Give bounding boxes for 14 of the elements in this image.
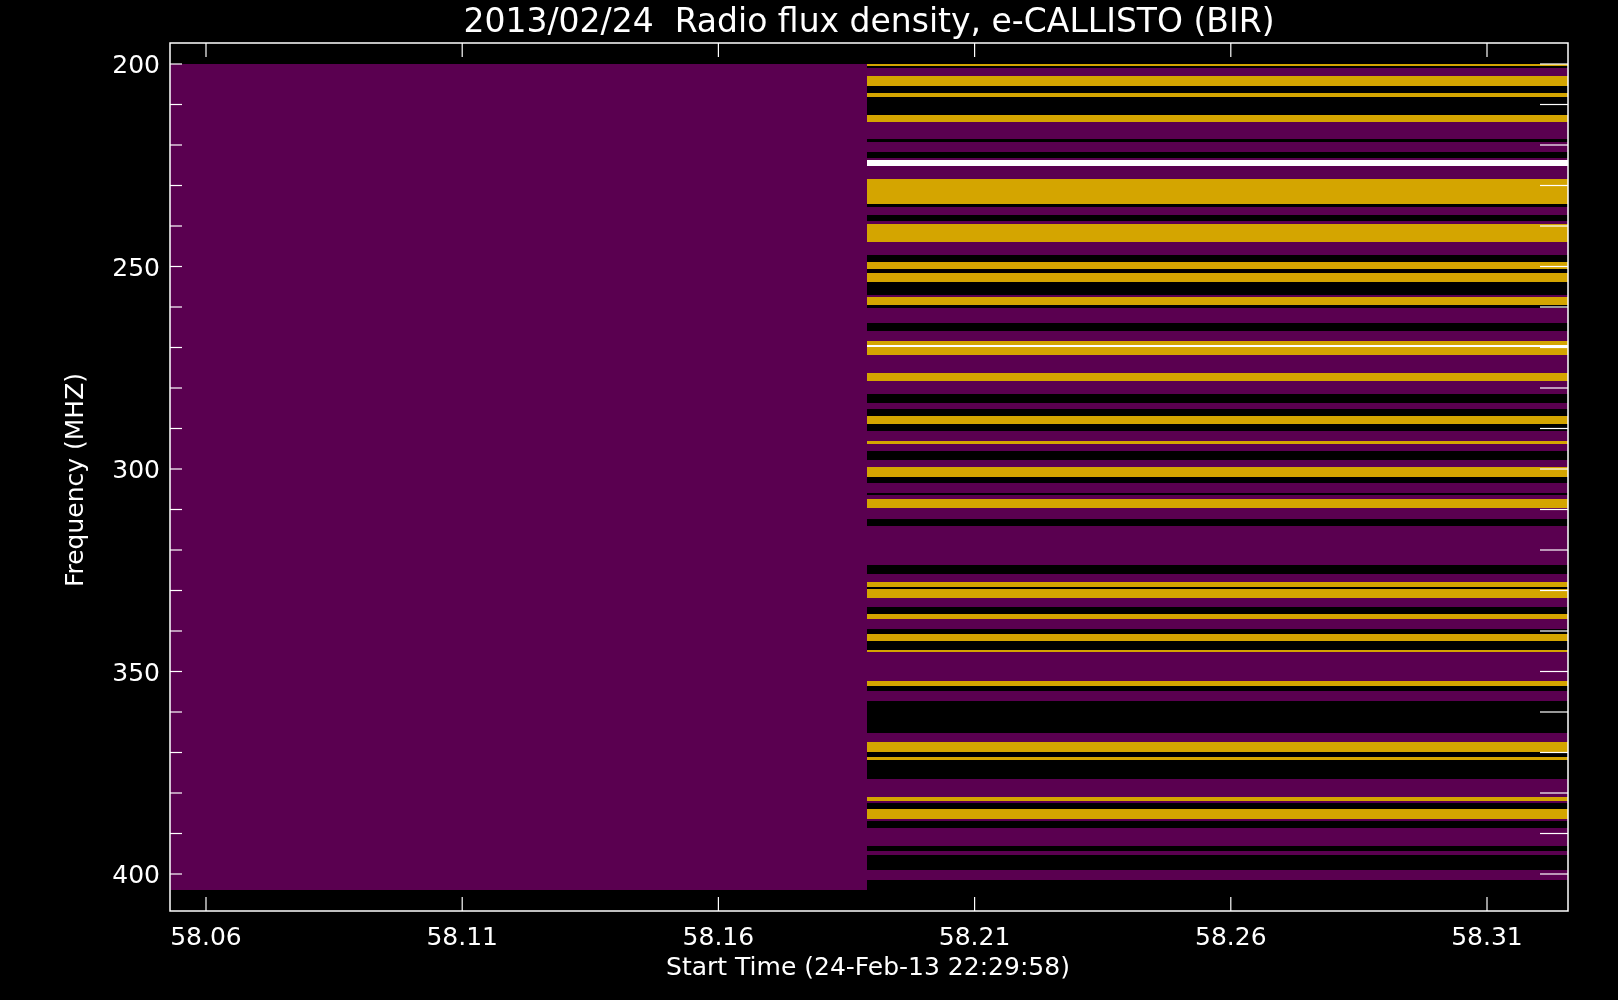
- x-tick-label: 58.16: [682, 922, 755, 951]
- x-axis-label: Start Time (24-Feb-13 22:29:58): [666, 952, 1070, 981]
- y-tick-label: 250: [112, 252, 160, 282]
- chart-title: 2013/02/24 Radio flux density, e-CALLISTO (BIR): [463, 1, 1275, 40]
- x-tick-label: 58.31: [1451, 922, 1523, 951]
- x-tick-label: 58.11: [426, 922, 498, 951]
- y-tick-label: 400: [112, 860, 160, 889]
- y-axis-label: Frequency (MHZ): [60, 372, 89, 588]
- y-tick-label: 350: [112, 657, 160, 687]
- x-tick-label: 58.06: [170, 922, 242, 951]
- x-tick-label: 58.21: [938, 922, 1011, 951]
- x-tick-label: 58.26: [1195, 922, 1267, 951]
- y-tick-label: 200: [112, 50, 160, 79]
- y-tick-label: 300: [112, 455, 160, 484]
